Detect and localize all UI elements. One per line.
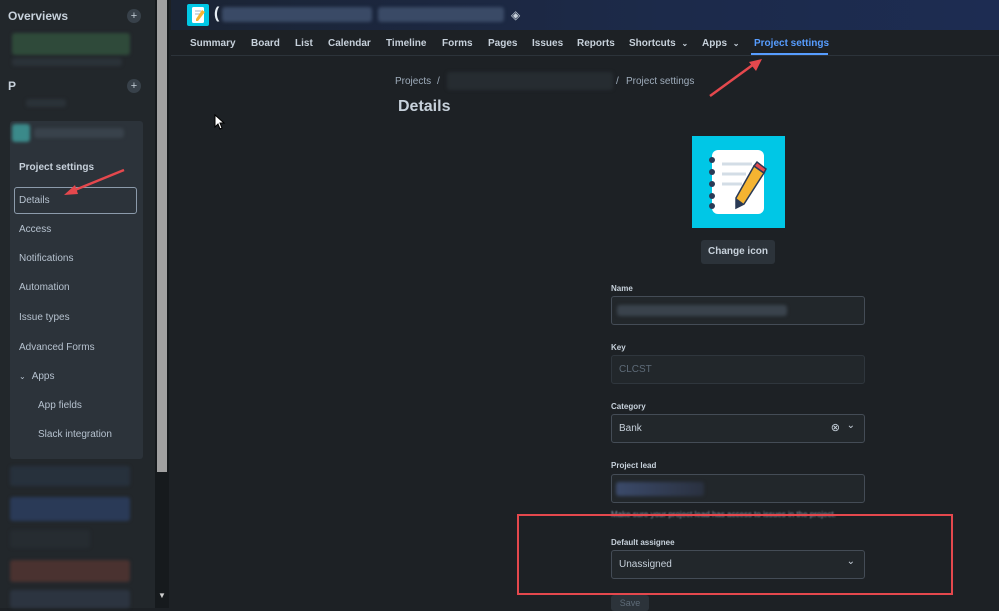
blurred-sidebar-item[interactable] bbox=[10, 560, 130, 582]
page-title: Details bbox=[398, 98, 451, 115]
annotation-arrow-icon bbox=[709, 59, 762, 98]
sidebar-item-label[interactable]: Details bbox=[19, 195, 50, 206]
tab-board[interactable]: Board bbox=[251, 38, 280, 49]
blurred-name-value bbox=[617, 305, 787, 316]
add-overview-icon[interactable]: + bbox=[127, 9, 141, 23]
breadcrumb-project[interactable] bbox=[447, 72, 613, 90]
tab-reports[interactable]: Reports bbox=[577, 38, 615, 49]
category-value: Bank bbox=[619, 423, 642, 434]
sidebar-item-apps[interactable]: ⌄ Apps bbox=[19, 371, 55, 382]
notebook-pencil-icon bbox=[709, 150, 767, 214]
tab-pages[interactable]: Pages bbox=[488, 38, 517, 49]
mouse-cursor-icon bbox=[214, 114, 226, 130]
sidebar-item-slack-integration[interactable]: Slack integration bbox=[38, 429, 112, 440]
blurred-project-name[interactable] bbox=[222, 7, 372, 22]
sidebar: Overviews + P + Project settings Details… bbox=[0, 0, 155, 608]
key-label: Key bbox=[611, 343, 626, 352]
chevron-down-icon: ⌄ bbox=[19, 372, 26, 381]
annotation-highlight-box bbox=[517, 514, 953, 595]
sidebar-item-automation[interactable]: Automation bbox=[19, 282, 70, 293]
breadcrumb-separator: / bbox=[437, 76, 440, 87]
tab-calendar[interactable]: Calendar bbox=[328, 38, 371, 49]
tab-list[interactable]: List bbox=[295, 38, 313, 49]
clear-icon[interactable]: ⊗ bbox=[831, 415, 840, 442]
sidebar-item-issue-types[interactable]: Issue types bbox=[19, 312, 70, 323]
project-name-initial: ( bbox=[214, 5, 220, 22]
sidebar-item-app-fields[interactable]: App fields bbox=[38, 400, 82, 411]
name-label: Name bbox=[611, 284, 633, 293]
tab-project-settings[interactable]: Project settings bbox=[754, 38, 829, 49]
breadcrumb-projects[interactable]: Projects bbox=[395, 76, 431, 87]
blurred-lead-value bbox=[616, 482, 704, 496]
blurred-overview-item[interactable] bbox=[12, 58, 122, 66]
tab-shortcuts[interactable]: Shortcuts ⌄ bbox=[629, 38, 688, 49]
blurred-project-name[interactable] bbox=[34, 128, 124, 138]
active-tab-indicator bbox=[751, 53, 828, 55]
annotation-arrow-icon bbox=[64, 168, 125, 195]
tab-timeline[interactable]: Timeline bbox=[386, 38, 426, 49]
breadcrumb-separator: / bbox=[616, 76, 619, 87]
project-avatar bbox=[12, 124, 30, 142]
tab-forms[interactable]: Forms bbox=[442, 38, 473, 49]
blurred-sidebar-item[interactable] bbox=[10, 590, 130, 608]
projects-heading: P bbox=[8, 79, 17, 93]
tab-label: Apps bbox=[702, 38, 727, 49]
name-field[interactable] bbox=[611, 296, 865, 325]
blurred-project-name[interactable] bbox=[378, 7, 504, 22]
breadcrumb-current: Project settings bbox=[626, 76, 695, 87]
chevron-down-icon: ⌄ bbox=[681, 39, 689, 48]
blurred-sidebar-item[interactable] bbox=[10, 530, 90, 548]
project-avatar-large bbox=[692, 136, 785, 228]
add-project-icon[interactable]: + bbox=[127, 79, 141, 93]
chevron-down-icon: ⌄ bbox=[732, 39, 740, 48]
key-field[interactable]: CLCST bbox=[611, 355, 865, 384]
project-lead-label: Project lead bbox=[611, 461, 657, 470]
tab-label: Shortcuts bbox=[629, 38, 676, 49]
project-lead-field[interactable] bbox=[611, 474, 865, 503]
sidebar-item-label: Apps bbox=[31, 371, 55, 382]
category-select[interactable]: Bank ⊗ ⌄ bbox=[611, 414, 865, 443]
sidebar-item-advanced-forms[interactable]: Advanced Forms bbox=[19, 342, 95, 353]
overviews-heading: Overviews bbox=[8, 9, 69, 23]
tab-issues[interactable]: Issues bbox=[532, 38, 563, 49]
blurred-project-item[interactable] bbox=[26, 99, 66, 107]
change-icon-button[interactable]: Change icon bbox=[701, 240, 775, 264]
sidebar-item-notifications[interactable]: Notifications bbox=[19, 253, 73, 264]
scrollbar-thumb[interactable] bbox=[157, 0, 167, 472]
paint-bucket-icon[interactable]: ◈ bbox=[511, 8, 520, 22]
blurred-sidebar-item[interactable] bbox=[10, 466, 130, 486]
project-icon bbox=[187, 4, 209, 26]
sidebar-item-access[interactable]: Access bbox=[19, 224, 51, 235]
chevron-down-icon[interactable]: ⌄ bbox=[847, 412, 855, 439]
save-button[interactable]: Save bbox=[611, 595, 649, 611]
tab-summary[interactable]: Summary bbox=[190, 38, 236, 49]
tab-apps[interactable]: Apps ⌄ bbox=[702, 38, 739, 49]
scroll-down-icon[interactable]: ▼ bbox=[155, 589, 169, 603]
blurred-overview-item[interactable] bbox=[12, 33, 130, 55]
category-label: Category bbox=[611, 402, 646, 411]
blurred-sidebar-item[interactable] bbox=[10, 497, 130, 521]
